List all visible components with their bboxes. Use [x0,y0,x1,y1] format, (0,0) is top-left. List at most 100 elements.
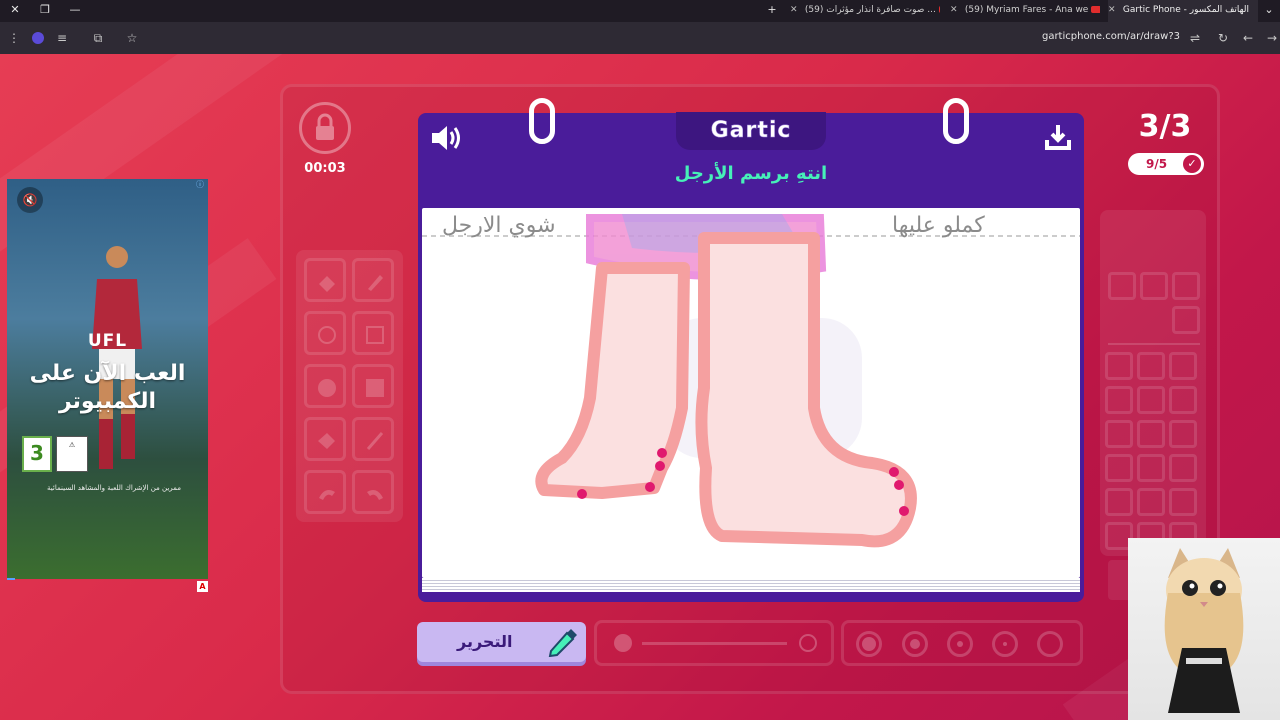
color-swatch[interactable] [1108,272,1136,300]
gartic-logo: Gartic [710,118,792,144]
mute-icon[interactable]: 🔇 [17,187,43,213]
slider-handle[interactable] [614,634,632,652]
eraser-tool[interactable] [304,258,346,302]
book-pages [422,578,1080,592]
pencil-tool[interactable] [352,258,394,302]
color-swatch[interactable] [1137,454,1165,482]
color-swatch[interactable] [1137,386,1165,414]
brush-size-option[interactable] [992,631,1018,657]
opacity-slider[interactable] [594,620,834,666]
menu-icon[interactable]: ⋮ [6,30,22,46]
ad-headline-1: العب الآن على [29,361,186,386]
advertisement[interactable]: 🔇 ⓘ UFL العب الآن على الكمبيوتر 3 ⚠ ممري… [7,179,208,579]
color-swatch[interactable] [1169,352,1197,380]
timer-display: 00:03 [304,161,346,176]
drawing-canvas[interactable]: شوي الارجل كملو عليها [422,208,1080,578]
undo-tool[interactable] [304,470,346,514]
site-settings-icon[interactable]: ⇌ [1187,30,1203,46]
close-tab-icon[interactable]: ✕ [950,0,962,20]
youtube-icon [1091,6,1100,13]
customize-icon[interactable]: ≡ [54,30,70,46]
new-tab-icon[interactable]: + [765,3,779,17]
tab-myriam[interactable]: ✕ (59) Myriam Fares - Ana we [950,0,1100,22]
eraser-icon [319,276,335,292]
players-done-badge: 9/5 ✓ [1128,153,1204,175]
palette-divider [1108,343,1200,345]
ad-choices-badge[interactable]: A [197,581,208,592]
players-done-count: 9/5 [1146,157,1168,171]
color-swatch[interactable] [1105,420,1133,448]
lock-icon [299,102,351,154]
drawing-book-header: Gartic انتهِ برسم الأرجل [418,112,1084,203]
square-outline-tool[interactable] [352,311,394,355]
color-swatch[interactable] [1137,420,1165,448]
speaker-icon[interactable] [430,123,464,153]
reload-icon[interactable]: ↻ [1215,30,1231,46]
canvas-frame: شوي الارجل كملو عليها [418,203,1084,602]
webcam-overlay [1128,538,1280,720]
bookmark-star-icon[interactable]: ☆ [124,30,140,46]
brush-size-option[interactable] [947,631,973,657]
info-icon[interactable]: ⓘ [196,179,206,189]
edit-button[interactable]: التحرير [417,622,586,662]
restore-window-icon[interactable]: ❐ [38,3,52,17]
ad-fine-print: ممرين من الإشراك اللعبة والمشاهد السينما… [47,484,181,492]
undo-icon [319,490,335,500]
brush-size-option[interactable] [856,631,882,657]
download-icon[interactable] [1044,123,1072,151]
circle-outline-tool[interactable] [304,311,346,355]
profile-icon[interactable] [30,30,46,46]
color-swatch[interactable] [1172,306,1200,334]
forward-icon[interactable]: ← [1240,30,1256,46]
close-tab-icon[interactable]: ✕ [790,0,802,20]
book-ring [943,98,969,144]
fill-bucket-tool[interactable] [304,417,346,461]
close-window-icon[interactable]: ✕ [8,3,22,17]
circle-filled-tool[interactable] [304,364,346,408]
slider-end-marker [799,634,817,652]
color-swatch[interactable] [1169,386,1197,414]
extensions-icon[interactable]: ⧉ [90,30,106,46]
game-page: 🔇 ⓘ UFL العب الآن على الكمبيوتر 3 ⚠ ممري… [0,54,1280,720]
redo-tool[interactable] [352,470,394,514]
circle-filled-icon [318,379,336,397]
color-swatch[interactable] [1169,454,1197,482]
drawing-prompt: انتهِ برسم الأرجل [674,163,828,184]
youtube-icon [938,6,940,13]
color-swatch[interactable] [1105,386,1133,414]
color-palette [1100,210,1206,600]
redo-icon [367,490,383,500]
edit-button-label: التحرير [457,632,513,651]
color-swatch[interactable] [1137,352,1165,380]
square-filled-tool[interactable] [352,364,394,408]
close-tab-icon[interactable]: ✕ [1108,0,1120,20]
url-field[interactable]: garticphone.com/ar/draw?3 [1042,31,1180,42]
check-icon: ✓ [1183,155,1201,173]
color-swatch[interactable] [1105,488,1133,516]
tools-panel [296,250,403,522]
tab-gartic[interactable]: ✕ Gartic Phone - الهاتف المكسور [1108,0,1258,22]
color-swatch[interactable] [1105,454,1133,482]
square-filled-icon [366,379,384,397]
browser-tab-bar: ✕ ❐ — + ✕ (59) صوت صافرة انذار مؤثرات ..… [0,0,1280,22]
brush-size-option[interactable] [1037,631,1063,657]
handwriting-right: كملو عليها [892,213,985,238]
line-tool[interactable] [352,417,394,461]
round-counter: 3/3 [1138,109,1192,144]
back-icon[interactable]: → [1264,30,1280,46]
square-outline-icon [366,326,384,344]
ad-brand-logo: UFL [87,331,128,351]
color-swatch[interactable] [1169,420,1197,448]
color-swatch[interactable] [1137,488,1165,516]
left-leg-drawing [535,262,690,499]
color-swatch[interactable] [1172,272,1200,300]
color-swatch[interactable] [1169,488,1197,516]
tab-search-icon[interactable]: ⌄ [1262,3,1276,17]
slider-track [642,642,787,645]
brush-size-option[interactable] [902,631,928,657]
minimize-window-icon[interactable]: — [68,3,82,17]
color-swatch[interactable] [1105,352,1133,380]
color-swatch[interactable] [1140,272,1168,300]
tab-siren[interactable]: ✕ (59) صوت صافرة انذار مؤثرات ... [790,0,940,22]
drawing-content: شوي الارجل كملو عليها [422,213,1080,548]
